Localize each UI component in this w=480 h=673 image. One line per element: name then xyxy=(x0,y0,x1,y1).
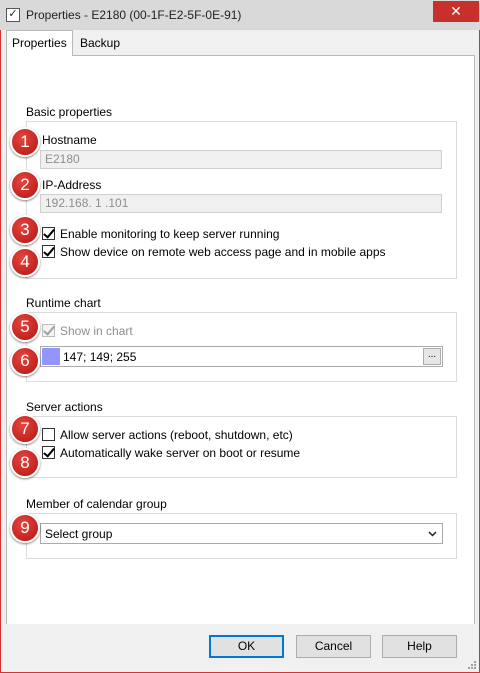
enable-monitoring-checkbox[interactable] xyxy=(42,227,55,240)
basic-properties-title: Basic properties xyxy=(26,105,119,119)
properties-window: ✓ Properties - E2180 (00-1F-E2-5F-0E-91)… xyxy=(0,0,480,673)
annotation-badge-8: 8 xyxy=(10,448,40,478)
auto-wake-label[interactable]: Automatically wake server on boot or res… xyxy=(60,446,300,460)
properties-panel: Basic properties Hostname E2180 IP-Addre… xyxy=(6,55,475,653)
annotation-badge-9: 9 xyxy=(10,513,40,543)
calendar-group-selected: Select group xyxy=(45,527,113,541)
resize-grip-icon[interactable] xyxy=(467,660,477,670)
annotation-badge-7: 7 xyxy=(10,414,40,444)
show-in-chart-label: Show in chart xyxy=(60,324,133,338)
button-bar: OK Cancel Help xyxy=(1,624,479,672)
close-button[interactable]: ✕ xyxy=(433,1,479,22)
annotation-badge-3: 3 xyxy=(10,215,40,245)
annotation-badge-4: 4 xyxy=(10,247,40,277)
hostname-label: Hostname xyxy=(42,133,97,147)
chevron-down-icon xyxy=(428,531,437,537)
server-actions-title: Server actions xyxy=(26,400,109,414)
ip-address-label: IP-Address xyxy=(42,178,102,192)
hostname-field[interactable]: E2180 xyxy=(40,150,442,169)
annotation-badge-6: 6 xyxy=(10,346,40,376)
calendar-group-title: Member of calendar group xyxy=(26,497,173,511)
show-in-chart-checkbox[interactable] xyxy=(42,324,55,337)
ok-button[interactable]: OK xyxy=(209,635,284,658)
runtime-chart-title: Runtime chart xyxy=(26,296,107,310)
chart-color-field[interactable]: 147; 149; 255 ... xyxy=(40,346,443,367)
window-title: Properties - E2180 (00-1F-E2-5F-0E-91) xyxy=(26,8,242,22)
dialog-client: Properties Backup Basic properties Hostn… xyxy=(1,30,479,672)
enable-monitoring-label[interactable]: Enable monitoring to keep server running xyxy=(60,227,279,241)
annotation-badge-2: 2 xyxy=(10,170,40,200)
tab-backup[interactable]: Backup xyxy=(74,32,126,55)
show-device-checkbox[interactable] xyxy=(42,245,55,258)
allow-server-actions-label[interactable]: Allow server actions (reboot, shutdown, … xyxy=(60,428,293,442)
cancel-button[interactable]: Cancel xyxy=(296,635,371,658)
chart-color-value: 147; 149; 255 xyxy=(63,350,137,364)
show-device-label[interactable]: Show device on remote web access page an… xyxy=(60,245,386,259)
tab-strip: Properties Backup xyxy=(6,30,476,56)
annotation-badge-1: 1 xyxy=(10,127,40,157)
help-button[interactable]: Help xyxy=(382,635,457,658)
calendar-group-select[interactable]: Select group xyxy=(40,523,443,544)
color-swatch xyxy=(42,348,60,365)
color-picker-button[interactable]: ... xyxy=(423,348,441,365)
ip-address-field[interactable]: 192.168. 1 .101 xyxy=(40,194,442,213)
title-bar[interactable]: ✓ Properties - E2180 (00-1F-E2-5F-0E-91)… xyxy=(0,0,480,30)
annotation-badge-5: 5 xyxy=(10,312,40,342)
app-icon: ✓ xyxy=(6,8,20,22)
tab-properties[interactable]: Properties xyxy=(6,30,73,56)
auto-wake-checkbox[interactable] xyxy=(42,446,55,459)
allow-server-actions-checkbox[interactable] xyxy=(42,428,55,441)
